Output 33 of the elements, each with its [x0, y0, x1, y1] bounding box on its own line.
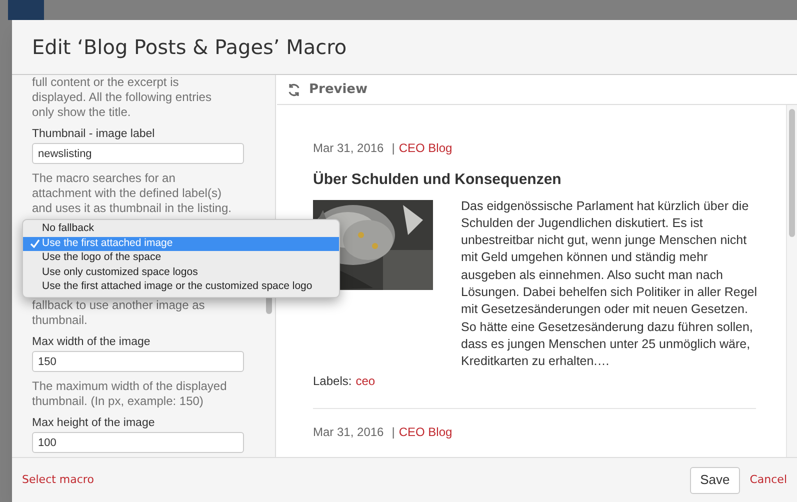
- help-text: full content or the excerpt is displayed. All the following entries only show the title.: [32, 75, 212, 120]
- dropdown-option[interactable]: Use the logo of the space: [23, 251, 339, 266]
- field-label: Thumbnail - image label: [32, 127, 156, 141]
- input-field[interactable]: 150: [32, 351, 244, 372]
- help-text: fallback to use another image as thumbnail.: [32, 298, 206, 328]
- label-link[interactable]: ceo: [356, 372, 376, 390]
- post-excerpt: Das eidgenössische Parlament hat kürzlich über die Schulden der Jugendlichen diskutiert. Es ist unbestreitbar nicht gut, wenn junge Menschen nicht mit Geld umgehen können und ständig mehr ausgeben als einnehmen. Also sucht man nach Lösungen. Dabei behelfen sich Politiker in aller Regel mit Gesetzesänderungen oder mit neuen Gesetzen. So hätte eine Gesetzesänderung dazu führen sollen, dass es jungen Menschen unter 25 unmöglich wäre, Kreditkarten zu erhalten.…: [461, 198, 758, 370]
- post-date: Mar 31, 2016: [313, 424, 384, 442]
- dropdown-option[interactable]: No fallback: [23, 222, 339, 236]
- dropdown-option[interactable]: Use the first attached image or the customized space logo: [23, 280, 339, 294]
- help-text: The maximum width of the displayed thumbnail. (In px, example: 150): [32, 379, 228, 409]
- preview-title: Preview: [309, 80, 368, 99]
- refresh-icon[interactable]: [287, 82, 301, 96]
- dropdown-option[interactable]: Use only customized space logos: [23, 266, 339, 280]
- separator: |: [392, 140, 395, 157]
- checkmark-icon: [30, 239, 40, 248]
- post-title[interactable]: Über Schulden und Konsequenzen: [313, 169, 756, 192]
- help-text: The macro searches for an attachment with the defined label(s) and uses it as thumbnail in the listing.: [32, 171, 232, 216]
- dialog-title: Edit ‘Blog Posts & Pages’ Macro: [32, 34, 347, 61]
- input-field[interactable]: newslisting: [32, 143, 244, 164]
- blog-link[interactable]: CEO Blog: [398, 423, 452, 442]
- cancel-link[interactable]: Cancel: [750, 472, 787, 488]
- field-label: Max height of the image: [32, 416, 156, 430]
- blog-link[interactable]: CEO Blog: [398, 139, 452, 157]
- scrollbar[interactable]: [789, 109, 795, 237]
- separator: |: [392, 424, 395, 442]
- save-button[interactable]: Save: [690, 466, 740, 494]
- post-date: Mar 31, 2016: [313, 140, 384, 157]
- labels-caption: Labels:: [313, 373, 352, 390]
- background-tile: [8, 0, 44, 20]
- select-macro-link[interactable]: Select macro: [22, 472, 94, 488]
- field-label: Max width of the image: [32, 335, 152, 349]
- input-field[interactable]: 100: [32, 432, 244, 453]
